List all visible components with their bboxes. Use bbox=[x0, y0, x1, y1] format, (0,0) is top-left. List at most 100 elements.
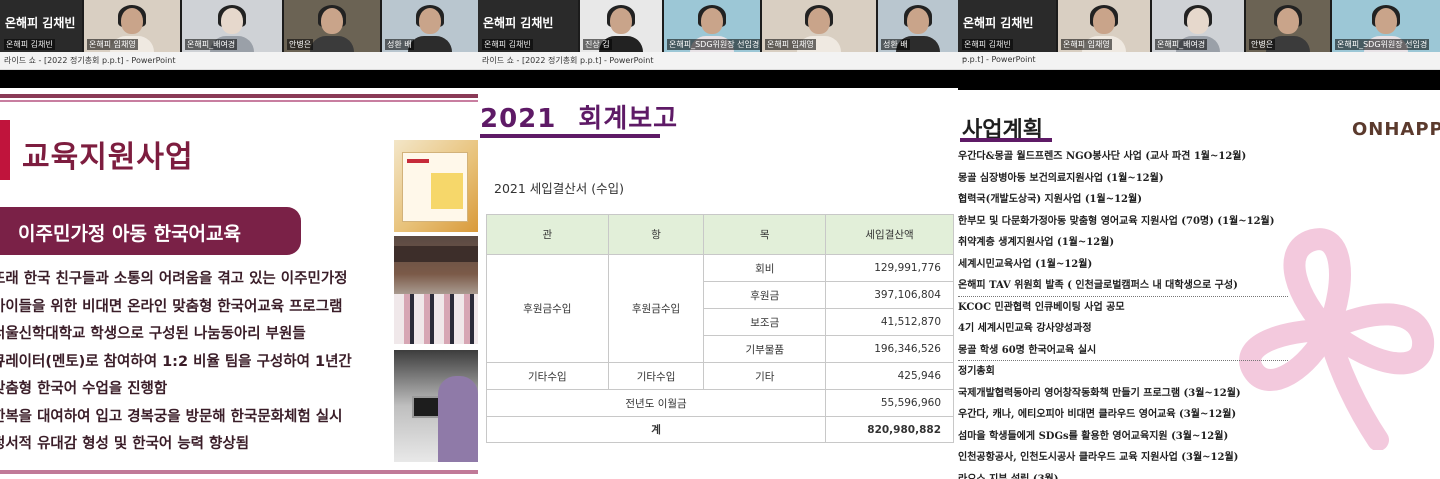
header-mok: 목 bbox=[703, 214, 827, 255]
title-accent-bar bbox=[0, 120, 10, 180]
participant-tile[interactable]: 안병은 bbox=[284, 0, 380, 52]
participant-name: 성환 배 bbox=[881, 39, 910, 50]
participant-tile[interactable]: 온해피_배여경 bbox=[1152, 0, 1244, 52]
participant-tile[interactable]: 온해피 임채영 bbox=[84, 0, 180, 52]
participant-tile[interactable]: 안병은 bbox=[1246, 0, 1330, 52]
minimize-icon[interactable]: – bbox=[962, 53, 1428, 64]
plan-item: KCOC 민관협력 인큐베이팅 사업 공모 bbox=[958, 301, 1125, 313]
subtitle-text: 이주민가정 아동 한국어교육 bbox=[18, 223, 241, 245]
cell-mok: 기타 bbox=[703, 362, 827, 390]
participant-face bbox=[1277, 8, 1299, 34]
participant-tile[interactable]: 성환 배 bbox=[382, 0, 478, 52]
slide-letterbox bbox=[0, 70, 478, 88]
plan-item: 우간다&몽골 월드프렌즈 NGO봉사단 사업 (교사 파견 1월~12월) bbox=[958, 151, 1247, 162]
powerpoint-title-bar: p.p.t] - PowerPoint – bbox=[958, 52, 1440, 70]
participant-name: 온해피 임채영 bbox=[87, 39, 138, 50]
cell-mok: 회비 bbox=[703, 254, 827, 282]
cell-amount: 196,346,526 bbox=[825, 335, 954, 363]
participant-face bbox=[1093, 8, 1115, 34]
table-total-row: 계 820,980,882 bbox=[485, 416, 954, 443]
cell-total-label: 계 bbox=[485, 416, 827, 443]
business-plan-list: 우간다&몽골 월드프렌즈 NGO봉사단 사업 (교사 파견 1월~12월) 몽골… bbox=[958, 146, 1288, 479]
participant-shoulders bbox=[408, 36, 452, 52]
plan-item: 우간다, 캐나, 에티오피아 비대면 클라우드 영어교육 (3월~12월) bbox=[958, 409, 1237, 420]
cell-mok: 보조금 bbox=[703, 308, 827, 336]
participant-name: 온해피 임채영 bbox=[765, 39, 816, 50]
description-line: 또래 한국 친구들과 소통의 어려움을 겪고 있는 이주민가정 bbox=[0, 271, 348, 287]
participant-name: 온해피 임채영 bbox=[1061, 39, 1112, 50]
speaker-label: 온해피 김채빈 bbox=[482, 39, 533, 50]
powerpoint-title-bar: 라이드 쇼 - [2022 정기총회 p.p.t] - PowerPoint bbox=[478, 52, 958, 70]
slide-title: 2021 회계보고 bbox=[480, 104, 679, 134]
plan-item: 섬마을 학생들에게 SDGs를 활용한 영어교육지원 (3월~12월) bbox=[958, 430, 1229, 442]
cell-gwan: 기타수입 bbox=[486, 362, 609, 390]
table-row: 기타수입 기타수입 기타 425,946 bbox=[486, 362, 954, 390]
participant-name: 온해피_SDG위원장 선임경 bbox=[1335, 39, 1430, 50]
header-amount: 세입결산액 bbox=[825, 214, 954, 255]
revenue-settlement-table: 관 항 목 세입결산액 후원금수입 후원금수입 회비 129,991,776 후… bbox=[485, 214, 954, 443]
photo-palace-visit bbox=[394, 236, 478, 344]
cell-amount: 55,596,960 bbox=[825, 389, 954, 417]
cell-hang: 기타수입 bbox=[607, 362, 705, 390]
screenshot-panel-3: 온해피 김채빈 온해피 김채빈 온해피 임채영 온해피_배여경 안병은 온해피_… bbox=[958, 0, 1440, 479]
active-speaker-tile[interactable]: 온해피 김채빈 온해피 김채빈 bbox=[958, 0, 1056, 52]
participant-tile[interactable]: 온해피_SDG위원장 선임경 bbox=[1332, 0, 1440, 52]
table-header-row: 관 항 목 세입결산액 bbox=[486, 214, 954, 255]
header-gwan: 관 bbox=[486, 214, 609, 255]
participant-tile[interactable]: 온해피 임채영 bbox=[762, 0, 876, 52]
speaker-label: 온해피 김채빈 bbox=[4, 39, 55, 50]
slide-letterbox bbox=[958, 70, 1440, 90]
plan-item: 라오스 지부 설립 (3월) bbox=[958, 469, 1288, 479]
description-line: 서울신학대학교 학생으로 구성된 나눔동아리 부원들 bbox=[0, 326, 306, 342]
plan-item: 취약계층 생계지원사업 (1월~12월) bbox=[958, 237, 1115, 248]
participant-face bbox=[1375, 8, 1397, 34]
participant-face bbox=[907, 8, 929, 34]
screenshot-panel-1: 온해피 김채빈 온해피 김채빈 온해피 임채영 온해피_배여경 안병은 성환 배… bbox=[0, 0, 478, 479]
plan-item: 한부모 및 다문화가정아동 맞춤형 영어교육 지원사업 (70명) (1월~12… bbox=[958, 215, 1275, 227]
participant-tile[interactable]: 성환 배 bbox=[878, 0, 958, 52]
worksheet-page bbox=[402, 152, 468, 222]
video-gallery-strip: 온해피 김채빈 온해피 김채빈 온해피 임채영 온해피_배여경 안병은 성환 배 bbox=[0, 0, 478, 52]
speaker-name: 온해피 김채빈 bbox=[483, 16, 554, 30]
participant-face bbox=[808, 8, 830, 34]
cell-amount: 129,991,776 bbox=[825, 254, 954, 282]
participant-name: 안병은 bbox=[287, 39, 314, 50]
cell-total-amount: 820,980,882 bbox=[825, 416, 954, 443]
table-row: 후원금수입 후원금수입 회비 129,991,776 bbox=[486, 254, 954, 363]
header-hang: 항 bbox=[607, 214, 705, 255]
participant-shoulders bbox=[310, 36, 354, 52]
photo-online-class bbox=[394, 350, 478, 462]
plan-item: 4기 세계시민교육 강사양성과정 bbox=[958, 323, 1092, 334]
plan-item: 세계시민교육사업 (1월~12월) bbox=[958, 258, 1093, 270]
window-title: 라이드 쇼 - [2022 정기총회 p.p.t] - PowerPoint bbox=[4, 56, 176, 65]
tablet-screen bbox=[412, 396, 440, 418]
participant-name: 진상 김 bbox=[583, 39, 612, 50]
participant-tile[interactable]: 진상 김 bbox=[580, 0, 662, 52]
participant-face bbox=[121, 8, 143, 34]
cell-hang: 후원금수입 bbox=[607, 254, 705, 363]
plan-item: 인천공항공사, 인천도시공사 클라우드 교육 지원사업 (3월~12월) bbox=[958, 452, 1239, 463]
participant-face bbox=[321, 8, 343, 34]
participant-tile[interactable]: 온해피_배여경 bbox=[182, 0, 282, 52]
plan-item: 정기총회 bbox=[958, 366, 995, 377]
participant-name: 온해피_SDG위원장 선임경 bbox=[667, 39, 760, 50]
table-row: 전년도 이월금 55,596,960 bbox=[485, 389, 954, 417]
participant-name: 온해피_배여경 bbox=[1155, 39, 1208, 50]
participant-tile[interactable]: 온해피_SDG위원장 선임경 bbox=[664, 0, 760, 52]
active-speaker-tile[interactable]: 온해피 김채빈 온해피 김채빈 bbox=[0, 0, 82, 52]
plan-item: 온해피 TAV 위원회 발족 ( 인천글로벌캠퍼스 내 대학생으로 구성) bbox=[958, 275, 1288, 297]
active-speaker-tile[interactable]: 온해피 김채빈 온해피 김채빈 bbox=[478, 0, 578, 52]
powerpoint-title-bar: 라이드 쇼 - [2022 정기총회 p.p.t] - PowerPoint bbox=[0, 52, 478, 70]
cell-amount: 397,106,804 bbox=[825, 281, 954, 309]
video-gallery-strip: 온해피 김채빈 온해피 김채빈 진상 김 온해피_SDG위원장 선임경 온해피 … bbox=[478, 0, 958, 52]
slide-top-rule-thin bbox=[0, 100, 478, 102]
subtitle-banner: 이주민가정 아동 한국어교육 bbox=[0, 207, 301, 255]
cell-amount: 41,512,870 bbox=[825, 308, 954, 336]
plan-item: 국제개발협력동아리 영어창작동화책 만들기 프로그램 (3월~12월) bbox=[958, 387, 1241, 399]
onhappy-logo: ONHAPP bbox=[1352, 119, 1440, 140]
participant-tile[interactable]: 온해피 임채영 bbox=[1058, 0, 1150, 52]
window-title: 라이드 쇼 - [2022 정기총회 p.p.t] - PowerPoint bbox=[482, 56, 654, 65]
palace-roof bbox=[394, 246, 478, 262]
participant-face bbox=[610, 8, 632, 34]
slide-letterbox bbox=[478, 70, 958, 88]
